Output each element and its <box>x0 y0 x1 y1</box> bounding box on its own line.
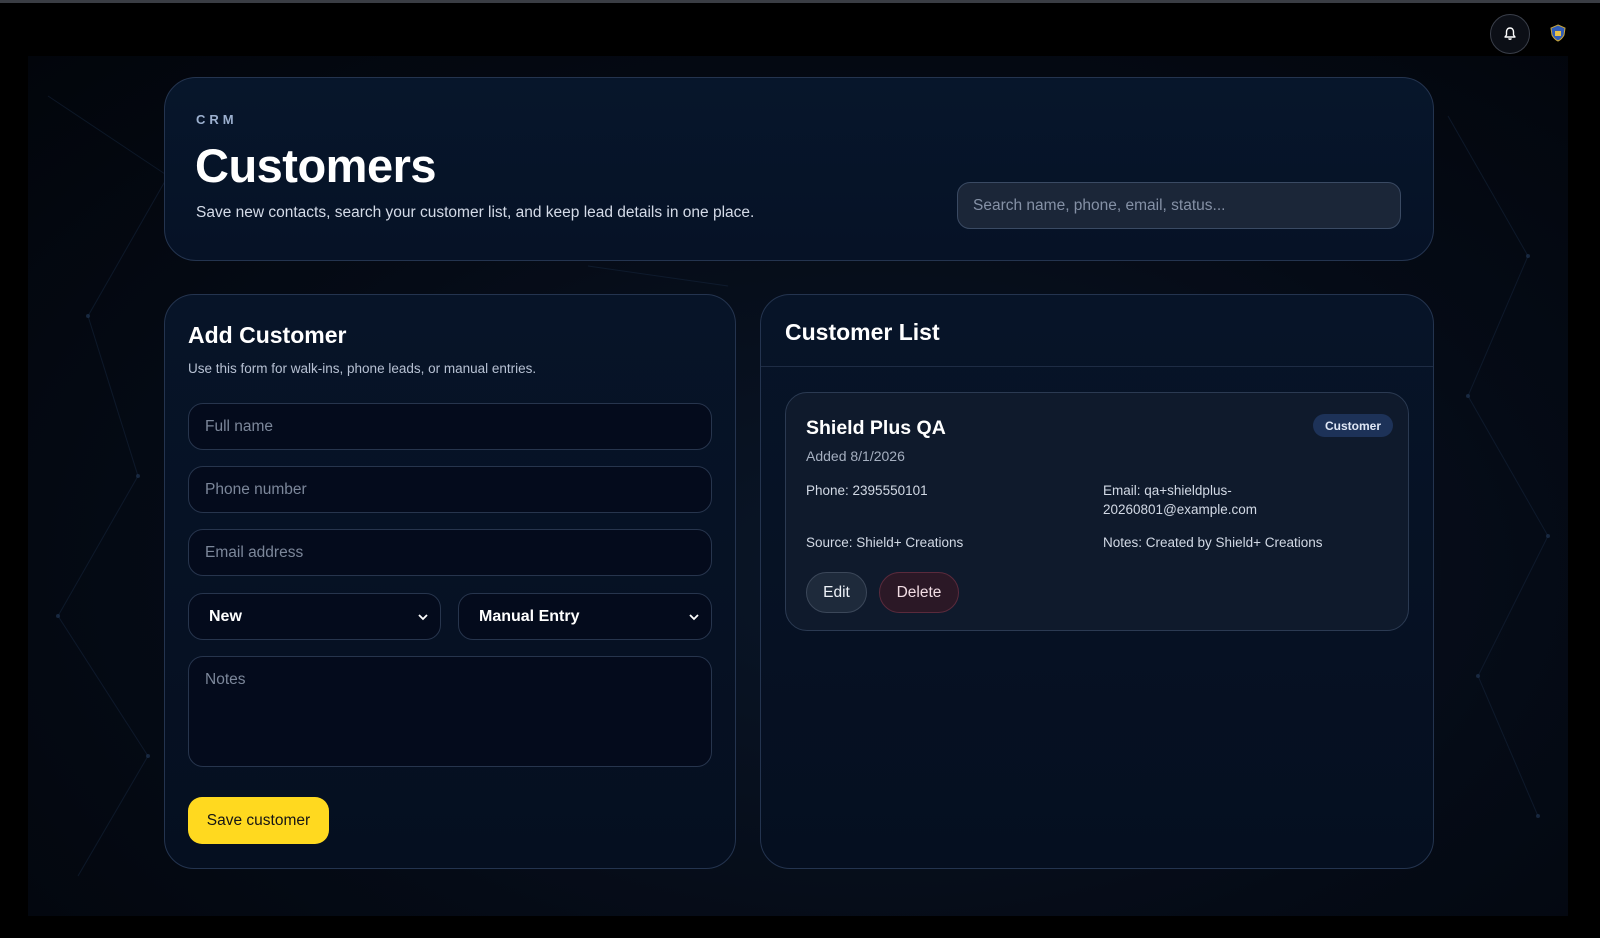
add-customer-title: Add Customer <box>188 322 347 348</box>
section-eyebrow: CRM <box>196 112 238 127</box>
customer-source: Source: Shield+ Creations <box>806 535 964 550</box>
customer-email: Email: qa+shieldplus-20260801@example.co… <box>1103 483 1258 517</box>
page-subtitle: Save new contacts, search your customer … <box>196 204 755 221</box>
notifications-button[interactable] <box>1490 14 1530 54</box>
status-select[interactable]: New <box>188 593 441 640</box>
status-select-value: New <box>209 607 242 625</box>
email-address-input[interactable] <box>188 529 712 576</box>
customer-list-title: Customer List <box>785 319 940 345</box>
customer-list-panel: Customer List Shield Plus QA Added 8/1/2… <box>760 294 1434 869</box>
customer-added-date: Added 8/1/2026 <box>806 448 905 464</box>
notes-textarea[interactable] <box>188 656 712 767</box>
source-select[interactable]: Manual Entry <box>458 593 712 640</box>
customer-name: Shield Plus QA <box>806 417 946 439</box>
bell-icon <box>1504 27 1516 40</box>
user-avatar[interactable] <box>1546 20 1570 46</box>
edit-customer-button[interactable]: Edit <box>806 572 867 613</box>
chevron-down-icon <box>418 613 428 620</box>
customer-card: Shield Plus QA Added 8/1/2026 Customer P… <box>785 392 1409 631</box>
page-header-card: CRM Customers Save new contacts, search … <box>164 77 1434 261</box>
panel-divider <box>761 366 1433 367</box>
add-customer-panel: Add Customer Use this form for walk-ins,… <box>164 294 736 869</box>
browser-top-border <box>0 0 1600 3</box>
customer-search-input[interactable] <box>957 182 1401 229</box>
status-badge: Customer <box>1313 414 1394 437</box>
customer-phone: Phone: 2395550101 <box>806 483 928 498</box>
page-title: Customers <box>195 139 437 192</box>
shield-badge-icon <box>1550 24 1566 42</box>
chevron-down-icon <box>689 613 699 620</box>
customer-notes: Notes: Created by Shield+ Creations <box>1103 535 1323 550</box>
delete-customer-button[interactable]: Delete <box>879 572 959 613</box>
add-customer-description: Use this form for walk-ins, phone leads,… <box>188 361 537 376</box>
full-name-input[interactable] <box>188 403 712 450</box>
phone-number-input[interactable] <box>188 466 712 513</box>
save-customer-button[interactable]: Save customer <box>188 797 329 844</box>
source-select-value: Manual Entry <box>479 607 580 625</box>
